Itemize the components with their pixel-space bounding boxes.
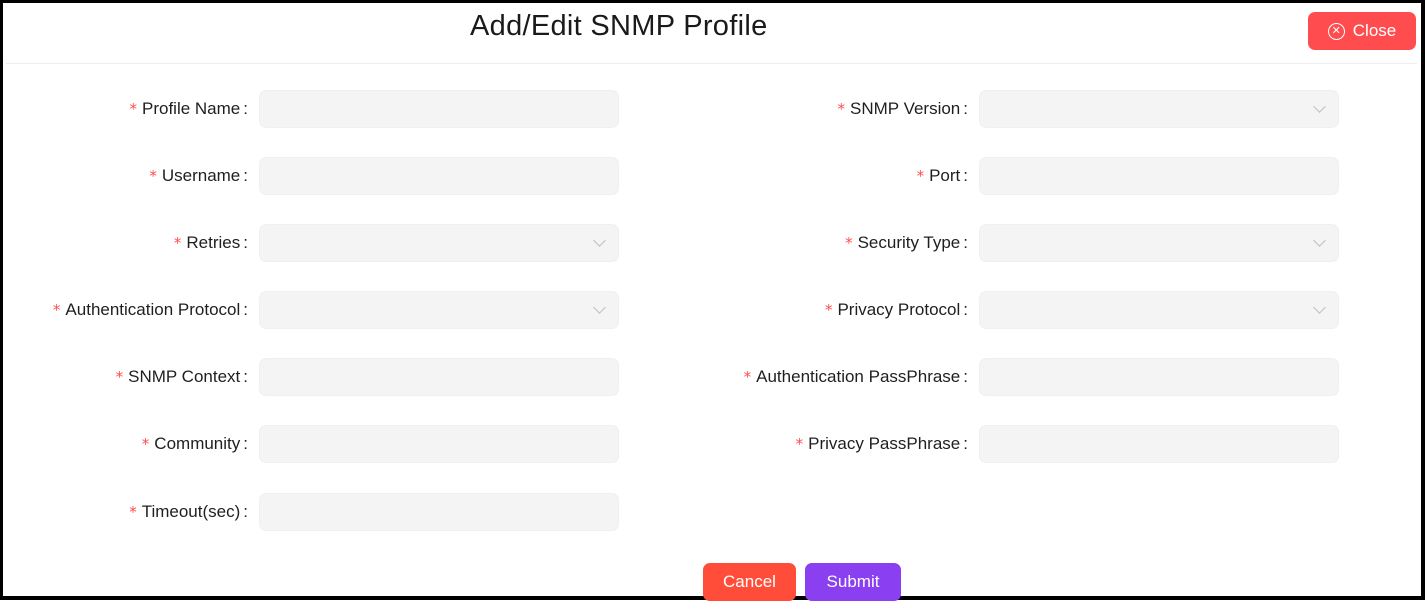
chevron-down-icon [593,234,606,247]
submit-button[interactable]: Submit [805,563,901,601]
close-circle-icon: ✕ [1327,22,1345,40]
chevron-down-icon [1313,301,1326,314]
port-input[interactable] [979,157,1339,195]
chevron-down-icon [1313,100,1326,113]
privacy-passphrase-input[interactable] [979,425,1339,463]
retries-select[interactable] [259,224,619,262]
retries-label: * Retries: [173,233,248,252]
snmp-context-input[interactable] [259,358,619,396]
dialog-header: Add/Edit SNMP Profile ✕ Close [6,6,1417,64]
snmp-context-label: * SNMP Context: [115,367,248,386]
username-label: * Username: [149,166,248,185]
username-input[interactable] [259,157,619,195]
timeout-input[interactable] [259,493,619,531]
close-button-label: Close [1352,21,1397,40]
security-type-select[interactable] [979,224,1339,262]
close-button[interactable]: ✕ Close [1308,12,1416,50]
dialog-title: Add/Edit SNMP Profile [470,10,768,42]
snmp-version-label: * SNMP Version: [837,99,968,118]
privacy-protocol-select[interactable] [979,291,1339,329]
security-type-label: * Security Type: [845,233,968,252]
profile-name-input[interactable] [259,90,619,128]
community-label: * Community: [141,434,248,453]
privacy-passphrase-label: * Privacy PassPhrase: [795,434,968,453]
snmp-profile-dialog: Add/Edit SNMP Profile ✕ Close * Profile N… [0,0,1425,601]
port-label: * Port: [916,166,968,185]
community-input[interactable] [259,425,619,463]
authentication-passphrase-label: * Authentication PassPhrase: [743,367,968,386]
chevron-down-icon [1313,234,1326,247]
privacy-protocol-label: * Privacy Protocol: [824,300,968,319]
cancel-button[interactable]: Cancel [703,563,796,601]
snmp-version-select[interactable] [979,90,1339,128]
authentication-passphrase-input[interactable] [979,358,1339,396]
timeout-label: * Timeout(sec): [129,502,248,521]
authentication-protocol-label: * Authentication Protocol: [52,300,248,319]
chevron-down-icon [593,301,606,314]
authentication-protocol-select[interactable] [259,291,619,329]
profile-name-label: * Profile Name: [129,99,249,118]
